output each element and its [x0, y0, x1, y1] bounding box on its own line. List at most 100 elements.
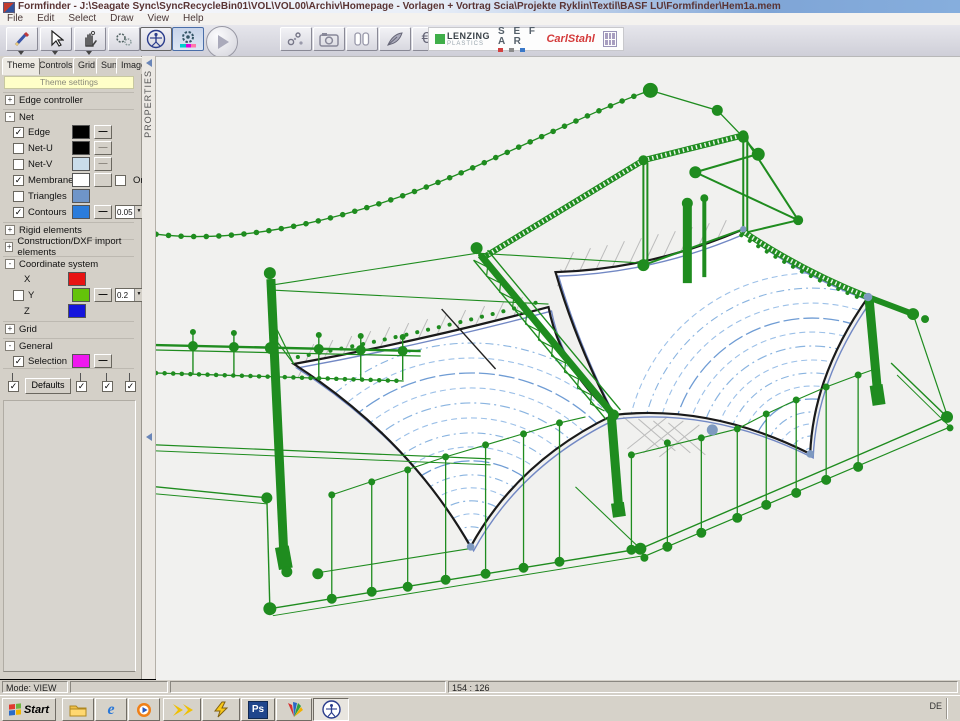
membrane-on-checkbox[interactable] [115, 175, 126, 186]
cursor-icon [48, 30, 64, 48]
collapse-left-icon-2[interactable] [146, 433, 152, 441]
expand-icon[interactable]: + [5, 242, 13, 252]
expand-icon[interactable]: + [5, 324, 15, 334]
section-grid[interactable]: +Grid [3, 321, 134, 336]
item-label: Y [28, 290, 72, 301]
hand-dropdown[interactable] [74, 50, 104, 55]
partner-logos: LENZINGPLASTICS S E F A R CarlStahl [428, 27, 624, 51]
pencil-dropdown[interactable] [6, 50, 36, 55]
collapse-icon[interactable]: - [5, 112, 15, 122]
feather-icon [385, 30, 405, 48]
membrane-scene [156, 57, 960, 680]
expand-icon[interactable]: + [5, 95, 15, 105]
edge-linestyle-button[interactable]: — [94, 125, 112, 139]
taskbar-formfinder[interactable] [313, 698, 349, 721]
y-color-swatch[interactable] [72, 288, 90, 302]
cursor-dropdown[interactable] [40, 50, 70, 55]
menu-help[interactable]: Help [176, 13, 211, 25]
app-icon [3, 2, 15, 13]
section-label: General [19, 341, 53, 352]
particles-button[interactable] [280, 27, 312, 51]
membrane-linestyle-button[interactable] [94, 173, 112, 187]
pan-hand-button[interactable] [74, 27, 106, 51]
tab-controls[interactable]: Controls [34, 57, 78, 74]
quicklaunch-folder[interactable] [62, 698, 94, 721]
title-bar[interactable]: Formfinder - J:\Seagate Sync\SyncRecycle… [0, 0, 960, 13]
selection-color-swatch[interactable] [72, 354, 90, 368]
item-label: Membrane [28, 175, 72, 186]
section-rigid-elements[interactable]: +Rigid elements [3, 222, 134, 237]
z-color-swatch[interactable] [68, 304, 86, 318]
menu-view[interactable]: View [141, 13, 177, 25]
net-v-linestyle-button[interactable]: — [94, 157, 112, 171]
contours-checkbox[interactable]: ✓ [13, 207, 24, 218]
camera-button[interactable] [313, 27, 345, 51]
viewport-3d[interactable] [156, 56, 960, 680]
menu-edit[interactable]: Edit [30, 13, 61, 25]
materials-button[interactable] [346, 27, 378, 51]
defaults-checkbox-1[interactable]: ✓ [8, 381, 19, 392]
selection-linestyle-button[interactable]: — [94, 354, 112, 368]
collapse-icon[interactable]: - [5, 341, 15, 351]
start-button[interactable]: Start [2, 698, 56, 721]
section-edge-controller[interactable]: +Edge controller [3, 92, 134, 107]
collapse-icon[interactable]: - [5, 259, 15, 269]
y-width-select[interactable]: 0.2▼ [115, 288, 144, 302]
selection-checkbox[interactable]: ✓ [13, 356, 24, 367]
transform-gears-button[interactable] [108, 27, 140, 51]
menu-draw[interactable]: Draw [103, 13, 140, 25]
section-net[interactable]: -Net [3, 109, 134, 124]
net-v-color-swatch[interactable] [72, 157, 90, 171]
quicklaunch-winamp[interactable] [202, 698, 240, 721]
quicklaunch-arrows[interactable] [163, 698, 201, 721]
triangles-color-swatch[interactable] [72, 189, 90, 203]
membrane-color-swatch[interactable] [72, 173, 90, 187]
play-button[interactable] [206, 26, 238, 58]
properties-strip[interactable]: PROPERTIES [142, 56, 156, 679]
defaults-checkbox-4[interactable]: ✓ [125, 381, 136, 392]
collapse-left-icon[interactable] [146, 59, 152, 67]
arrows-icon [171, 701, 193, 718]
section-construction-dxf-import-elements[interactable]: +Construction/DXF import elements [3, 239, 134, 254]
y-linestyle-button[interactable]: — [94, 288, 112, 302]
contours-linestyle-button[interactable]: — [94, 205, 112, 219]
x-color-swatch[interactable] [68, 272, 86, 286]
net-u-checkbox[interactable] [13, 143, 24, 154]
theme-settings-button[interactable] [172, 27, 204, 51]
item-label: Triangles [28, 191, 72, 202]
menu-select[interactable]: Select [61, 13, 103, 25]
lenzing-square [435, 34, 445, 44]
section-general[interactable]: -General [3, 338, 134, 353]
quicklaunch-photoshop[interactable]: Ps [241, 698, 275, 721]
select-cursor-button[interactable] [40, 27, 72, 51]
quicklaunch-media-player[interactable] [128, 698, 160, 721]
theme-tree: +Edge controller-Net✓Edge—Net-U—Net-V—✓M… [3, 90, 134, 450]
net-u-linestyle-button[interactable]: — [94, 141, 112, 155]
membrane-checkbox[interactable]: ✓ [13, 175, 24, 186]
triangles-checkbox[interactable] [13, 191, 24, 202]
expand-icon[interactable]: + [5, 225, 15, 235]
taskbar: Start e Ps DE [0, 695, 960, 721]
defaults-button[interactable]: Defaults [25, 378, 71, 394]
defaults-checkbox-2[interactable]: ✓ [76, 381, 87, 392]
photoshop-icon: Ps [248, 701, 268, 719]
menu-file[interactable]: File [0, 13, 30, 25]
net-u-color-swatch[interactable] [72, 141, 90, 155]
contours-width-select[interactable]: 0.05▼ [115, 205, 144, 219]
panel-empty-area [3, 400, 136, 672]
language-indicator[interactable]: DE [929, 701, 942, 711]
draw-pencil-button[interactable] [6, 27, 38, 51]
formfinder-man-button[interactable] [140, 27, 172, 51]
y-checkbox[interactable] [13, 290, 24, 301]
net-v-checkbox[interactable] [13, 159, 24, 170]
quicklaunch-internet-explorer[interactable]: e [95, 698, 127, 721]
defaults-checkbox-3[interactable]: ✓ [102, 381, 113, 392]
quicklaunch-fan[interactable] [276, 698, 312, 721]
section-coordinate-system[interactable]: -Coordinate system [3, 256, 134, 271]
edge-checkbox[interactable]: ✓ [13, 127, 24, 138]
section-label: Net [19, 112, 34, 123]
edge-color-swatch[interactable] [72, 125, 90, 139]
tab-theme[interactable]: Theme [2, 57, 40, 75]
contours-color-swatch[interactable] [72, 205, 90, 219]
feather-button[interactable] [379, 27, 411, 51]
